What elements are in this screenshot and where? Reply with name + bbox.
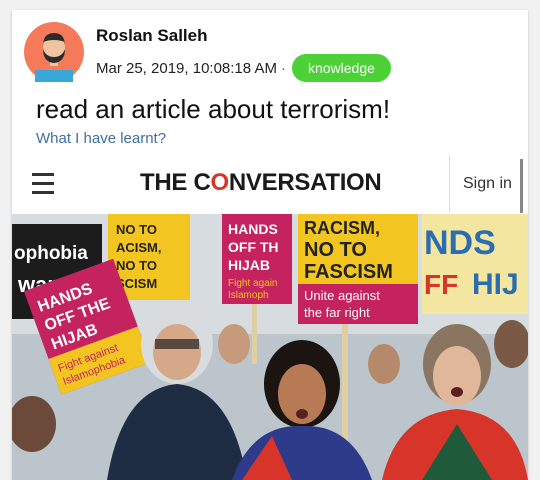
embedded-site-header: THE CONVERSATION Sign in bbox=[12, 155, 528, 213]
post-meta: Mar 25, 2019, 10:08:18 AM · knowledge bbox=[96, 54, 391, 82]
photo-sign-racism-main: RACISM, NO TO FASCISM Unite against the … bbox=[298, 214, 418, 324]
post-subtitle[interactable]: What I have learnt? bbox=[36, 130, 166, 147]
post-card: Roslan Salleh Mar 25, 2019, 10:08:18 AM … bbox=[12, 10, 528, 480]
svg-text:NO TO: NO TO bbox=[304, 239, 367, 261]
svg-text:HANDS: HANDS bbox=[228, 221, 278, 237]
logo-text-o: O bbox=[210, 169, 230, 196]
svg-text:ophobia: ophobia bbox=[14, 243, 88, 264]
avatar[interactable] bbox=[24, 22, 84, 82]
post-text: read an article about terrorism! bbox=[36, 94, 391, 124]
tag-badge[interactable]: knowledge bbox=[291, 54, 391, 82]
menu-icon[interactable] bbox=[32, 173, 54, 195]
post-timestamp: Mar 25, 2019, 10:08:18 AM bbox=[96, 59, 277, 77]
svg-text:ACISM,: ACISM, bbox=[116, 240, 162, 255]
meta-separator: · bbox=[280, 59, 286, 77]
photo-sign-right: NDS FF HIJ bbox=[422, 214, 528, 314]
site-logo[interactable]: THE CONVERSATION bbox=[140, 169, 382, 197]
svg-text:the far right: the far right bbox=[304, 305, 370, 320]
author-name[interactable]: Roslan Salleh bbox=[96, 26, 207, 46]
svg-text:FASCISM: FASCISM bbox=[304, 261, 393, 283]
photo-sign-hijab-center: HANDS OFF TH HIJAB Fight again Islamoph bbox=[222, 214, 292, 304]
svg-text:RACISM,: RACISM, bbox=[304, 218, 380, 238]
logo-text-1: THE C bbox=[140, 169, 211, 196]
svg-text:Unite against: Unite against bbox=[304, 288, 380, 303]
svg-text:NO TO: NO TO bbox=[116, 222, 157, 237]
svg-text:NO TO: NO TO bbox=[116, 258, 157, 273]
svg-text:FF: FF bbox=[424, 269, 458, 300]
scrollbar[interactable] bbox=[520, 159, 523, 213]
header-divider bbox=[449, 155, 450, 213]
svg-text:NDS: NDS bbox=[424, 224, 496, 262]
article-photo: ophobia war. NO TO ACISM, NO TO SCISM HA… bbox=[12, 214, 528, 480]
svg-text:HIJ: HIJ bbox=[472, 268, 519, 301]
svg-text:HIJAB: HIJAB bbox=[228, 257, 270, 273]
svg-text:Fight again: Fight again bbox=[228, 278, 277, 289]
logo-text-2: NVERSATION bbox=[228, 169, 382, 196]
svg-text:OFF TH: OFF TH bbox=[228, 239, 279, 255]
sign-in-link[interactable]: Sign in bbox=[463, 175, 512, 193]
svg-text:Islamoph: Islamoph bbox=[228, 290, 269, 301]
